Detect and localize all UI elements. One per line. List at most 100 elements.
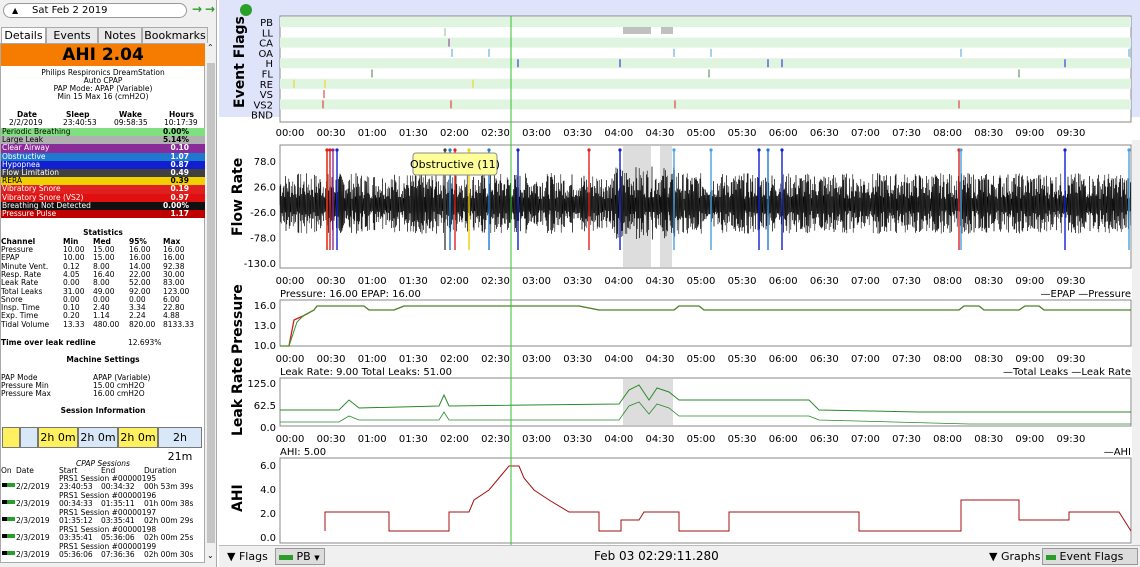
stats-cell: 13.33 [63,319,85,329]
event-row[interactable]: Pressure Pulse 1.17 [1,209,205,219]
graph-select[interactable]: Event Flags [1042,548,1138,565]
dropdown-icon: ▼ [314,554,320,562]
date-navigation: ▲ Sat Feb 2 2019 → →| [1,2,216,20]
time-tick-label: 04:30 [645,276,674,287]
flow-event-dot [487,148,491,152]
session-on-icon[interactable] [2,534,15,538]
time-tick-label: 07:00 [851,354,880,365]
stats-cell: Tidal Volume [1,319,50,329]
time-tick-label: 05:00 [687,434,716,445]
time-tick-label: 01:00 [358,128,387,139]
session-block[interactable]: 2h 0m [118,427,158,448]
cpap-start: 05:36:06 [59,550,93,559]
time-tick-label: 09:30 [1056,128,1085,139]
graphs-area: PB LL CA OA H FL RE VS VS2 BND 00:00 00:30 01:00 01:3… [219,0,1140,567]
time-tick-label: 08:00 [933,354,962,365]
flow-event-dot [328,148,332,152]
time-tick-label: 05:30 [728,434,757,445]
leak-title: Leak Rate [230,358,246,436]
cpap-duration: 02h 00m 29s [144,516,194,525]
time-tick-label: 04:00 [604,128,633,139]
session-on-icon[interactable] [2,500,15,504]
flow-event-dot [453,148,457,152]
tab-bookmarks[interactable]: Bookmarks [142,27,208,43]
pressure-ytick: 16.0 [254,301,276,312]
session-block[interactable] [20,427,38,448]
flag-row-band [280,37,1131,48]
tab-details[interactable]: Details [1,27,46,44]
session-on-icon[interactable] [2,517,15,521]
stats-cell: 480.00 [93,319,120,329]
scroll-up-icon[interactable]: ⌃ [207,43,214,52]
event-name: Pressure Pulse [2,209,57,218]
flag-select[interactable]: PB ▼ [275,548,325,565]
session-block[interactable] [2,427,20,448]
flag-color-swatch [279,554,293,560]
pressure-plot[interactable] [279,299,1132,347]
scrollbar-thumb[interactable] [207,63,215,543]
session-on-icon[interactable] [2,483,15,487]
left-sidebar: ▲ Sat Feb 2 2019 → →| Details Events Not… [0,0,217,567]
tab-bar: Details Events Notes Bookmarks [1,27,208,44]
flow-event-dot [709,148,713,152]
time-tick-label: 04:00 [604,276,633,287]
cpap-duration: 01h 00m 38s [144,499,194,508]
pressure-range: Min 15 Max 16 (cmH2O) [57,92,149,101]
time-tick-label: 01:00 [358,354,387,365]
next-day-icon[interactable]: → [192,2,202,16]
session-block[interactable]: 2h 21m [158,427,202,463]
flag-row-band [280,17,1131,27]
flag-row-band [280,58,1131,69]
time-tick-label: 03:30 [563,434,592,445]
stats-cell: 8133.33 [163,319,195,329]
flags-menu[interactable]: ▼ Flags [227,550,268,563]
pin-icon[interactable] [240,4,252,16]
leak-legend: —Total Leaks —Leak Rate [1003,367,1131,378]
cpap-start: 23:40:53 [59,482,93,491]
date-label: Sat Feb 2 2019 [32,5,108,16]
time-tick-label: 00:00 [276,276,305,287]
details-scrollbar[interactable]: ⌃ ⌄ [206,43,216,563]
flow-event-dot [757,148,761,152]
ahi-legend: —AHI [1104,447,1131,458]
val-wake: 09:58:35 [114,118,148,127]
time-tick-label: 09:00 [1015,128,1044,139]
pressure-title: Pressure [230,284,246,354]
date-selector[interactable]: ▲ Sat Feb 2 2019 [3,3,187,18]
flow-event-dot [325,148,329,152]
flow-event-dot [1063,148,1067,152]
scroll-down-icon[interactable]: ⌄ [207,551,214,560]
session-block[interactable]: 2h 0m [78,427,118,448]
time-tick-label: 04:30 [645,128,674,139]
time-tick-label: 08:30 [974,128,1003,139]
session-on-icon[interactable] [2,551,15,555]
tab-notes[interactable]: Notes [98,27,142,43]
flow-ytick: -130.0 [244,259,276,270]
time-tick-label: 07:30 [892,434,921,445]
cpap-end: 05:36:06 [101,533,135,542]
time-tick-label: 00:30 [317,434,346,445]
time-tick-label: 00:30 [317,276,346,287]
leak-ytick: 62.5 [254,401,276,412]
time-tick-label: 09:00 [1015,434,1044,445]
time-tick-label: 08:30 [974,354,1003,365]
up-arrow-icon[interactable]: ▲ [12,4,18,17]
session-info-title: Session Information [60,406,146,415]
time-tick-label: 01:00 [358,276,387,287]
graph-scrollbar[interactable] [1132,140,1140,545]
cpap-date: 2/3/2019 [16,533,50,542]
graphs-menu[interactable]: ▼ Graphs [989,550,1040,563]
last-day-icon[interactable]: →| [205,2,216,16]
graphs-canvas[interactable]: PBLLCAOAHFLREVSVS2BND00:00 00:30 01:00 01:3… [219,0,1140,545]
time-tick-label: 06:00 [769,276,798,287]
leak-plot[interactable] [279,377,1132,427]
cpap-end: 00:34:32 [101,482,135,491]
bottom-toolbar: ▼ Flags PB ▼ Feb 03 02:29:11.280 ▼ Graph… [219,545,1140,567]
cpap-duration: 02h 00m 30s [144,550,194,559]
time-tick-label: 01:30 [399,128,428,139]
time-tick-label: 06:00 [769,434,798,445]
tab-events[interactable]: Events [46,27,98,43]
time-tick-label: 00:30 [317,354,346,365]
ahi-title: AHI [230,484,246,512]
session-block[interactable]: 2h 0m [38,427,78,448]
